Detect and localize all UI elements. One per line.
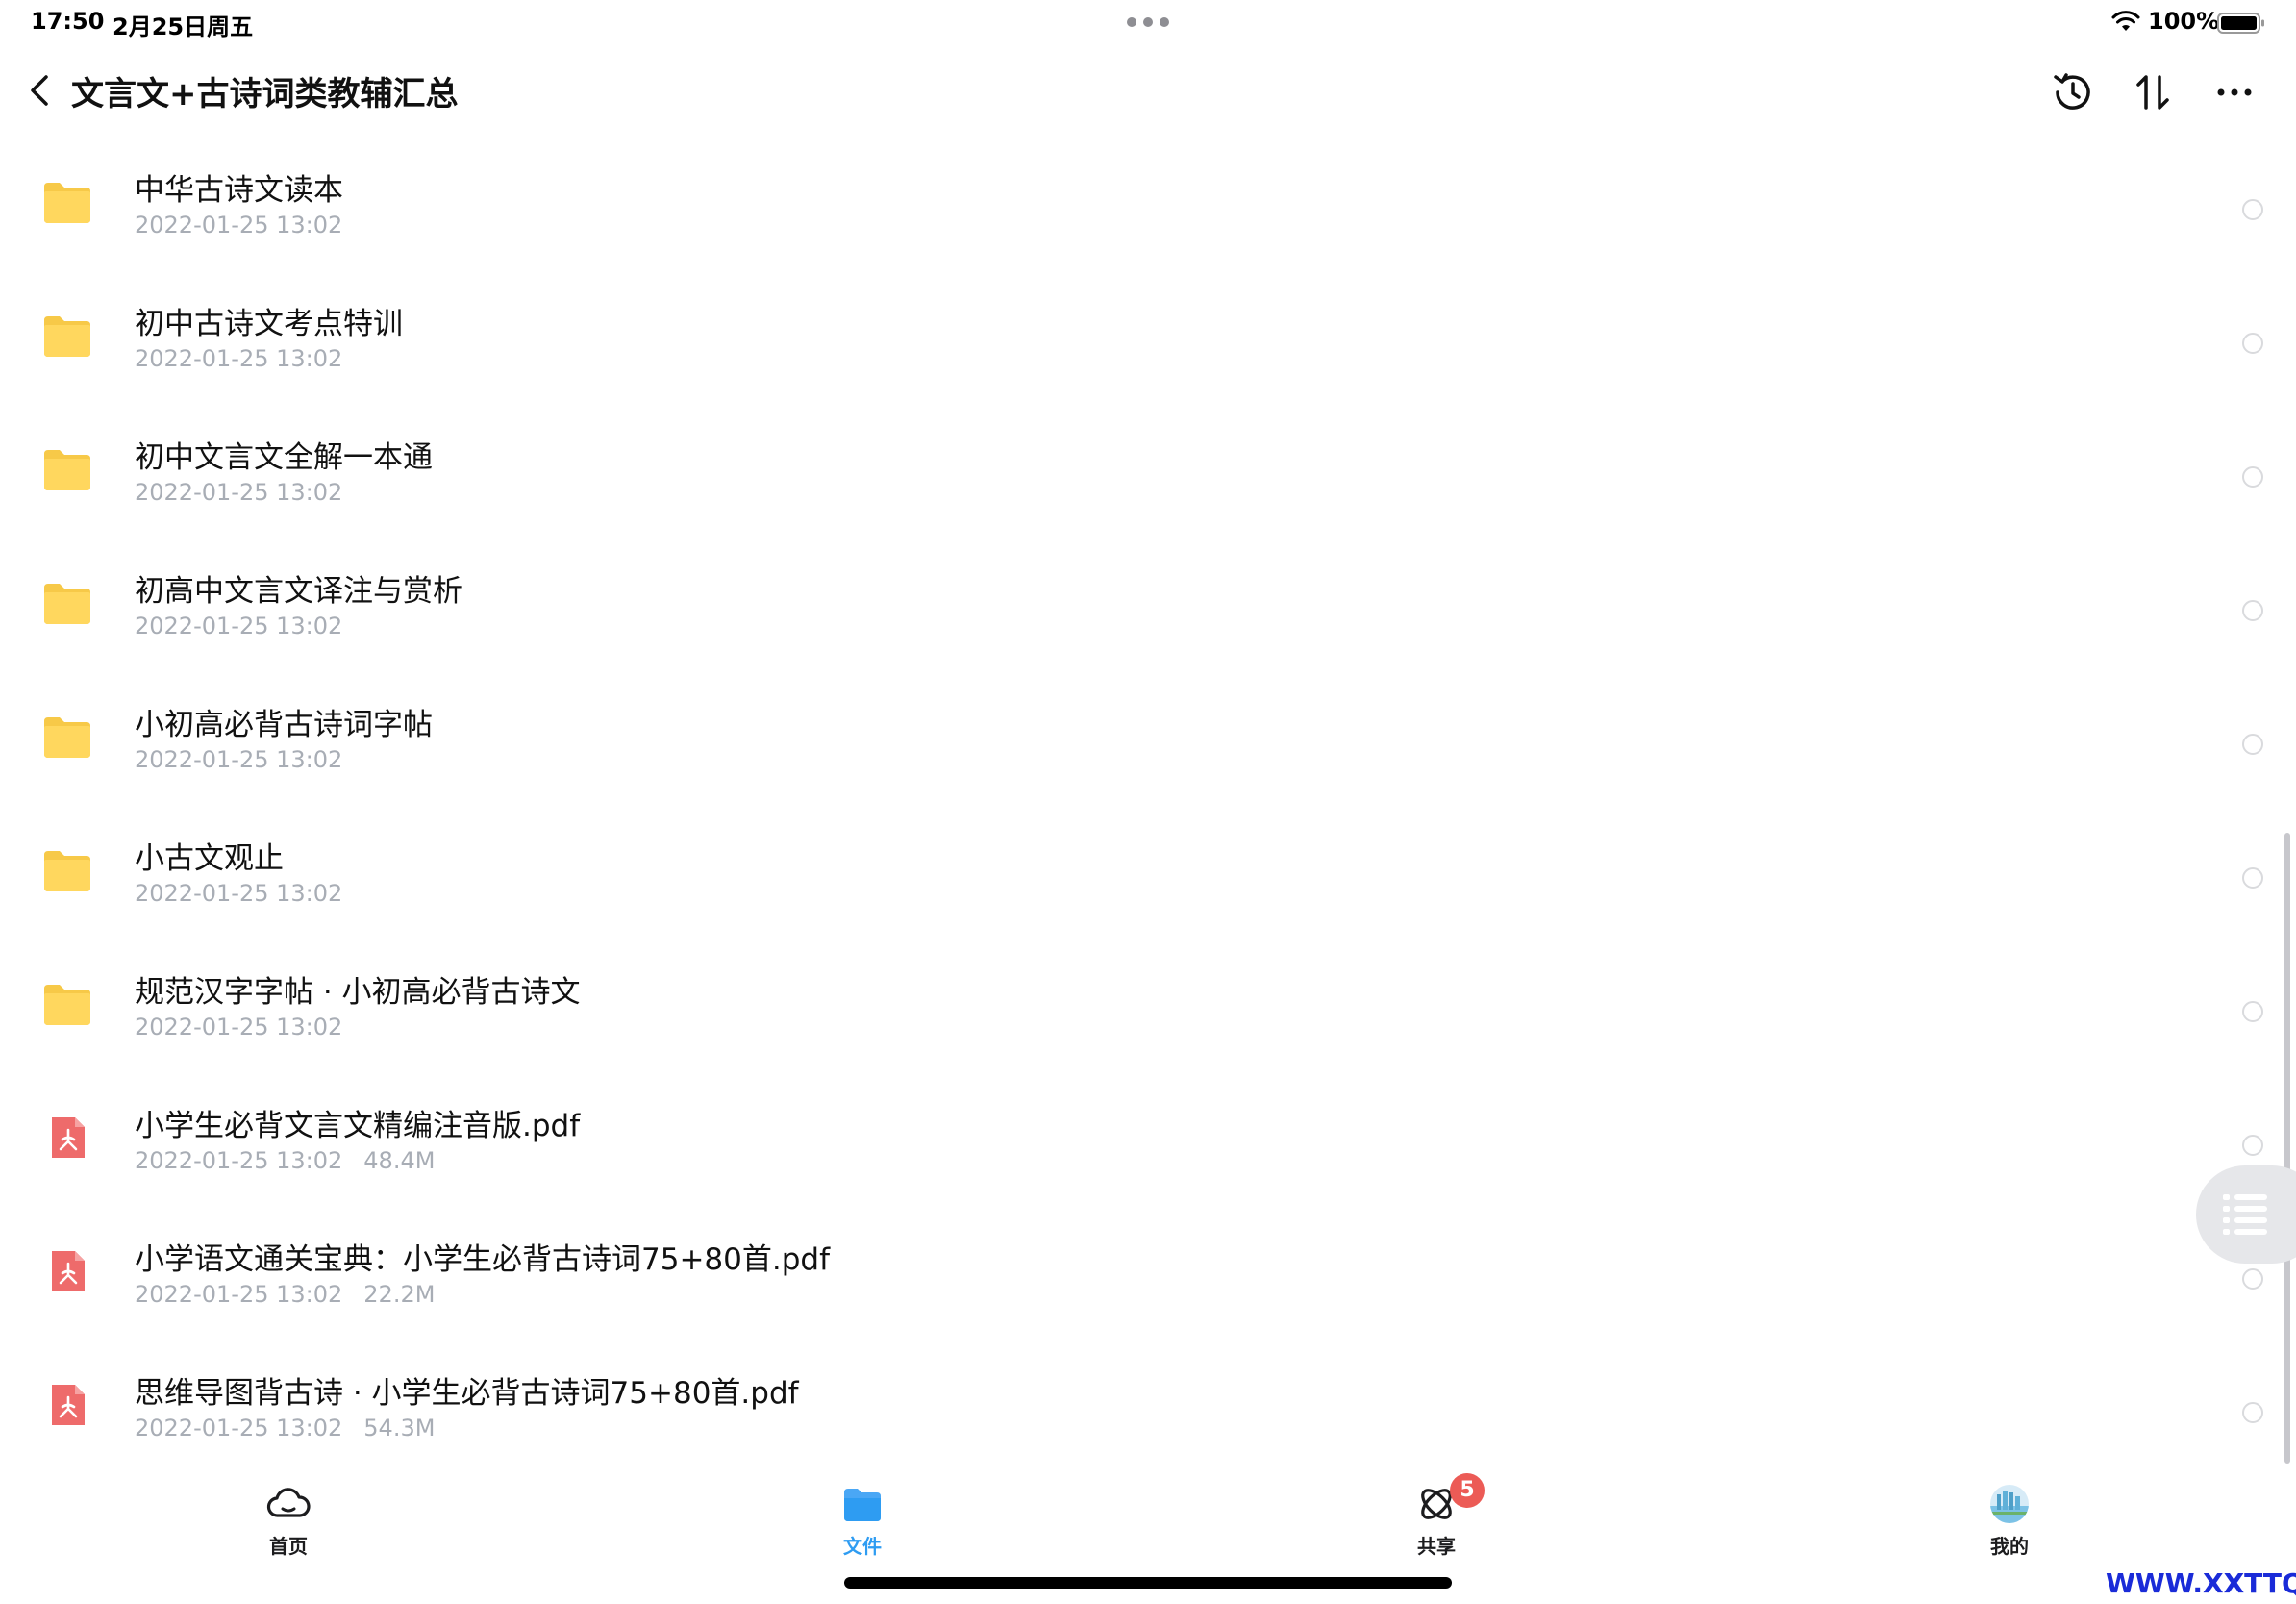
pdf-icon [52,1117,85,1158]
select-radio[interactable] [2242,867,2263,889]
wifi-icon [2111,11,2140,31]
file-date: 2022-01-25 13:02 [135,746,343,773]
status-bar: 17:50 2月25日周五 100% [0,0,2296,46]
file-date: 2022-01-25 13:02 [135,613,343,639]
folder-icon [44,584,90,624]
file-name: 小学语文通关宝典：小学生必背古诗词75+80首.pdf [135,1242,830,1277]
folder-row[interactable]: 初中文言文全解一本通 2022-01-25 13:02 [0,410,2296,543]
multitasking-dots-icon[interactable] [1127,17,1169,29]
battery-icon [2217,13,2264,34]
home-indicator[interactable] [844,1577,1452,1589]
page-title: 文言文+古诗词类教辅汇总 [71,75,459,113]
file-meta: 2022-01-25 13:02 [135,479,342,506]
select-radio[interactable] [2242,734,2263,755]
list-icon [2223,1194,2267,1235]
folder-icon [44,717,90,758]
file-meta: 2022-01-25 13:02 [135,613,342,639]
folder-icon [44,450,90,490]
tab-mine[interactable]: 我的 [1942,1462,2077,1558]
file-meta: 2022-01-25 13:02 54.3M [135,1415,435,1441]
file-name: 初中文言文全解一本通 [135,440,433,475]
folder-row[interactable]: 中华古诗文读本 2022-01-25 13:02 [0,142,2296,276]
folder-row[interactable]: 初中古诗文考点特训 2022-01-25 13:02 [0,276,2296,410]
folder-icon [44,316,90,357]
file-meta: 2022-01-25 13:02 22.2M [135,1281,435,1308]
file-meta: 2022-01-25 13:02 48.4M [135,1147,435,1174]
file-name: 规范汉字字帖 · 小初高必背古诗文 [135,975,581,1010]
tab-home-label: 首页 [269,1535,308,1558]
folder-icon [844,1489,881,1521]
file-date: 2022-01-25 13:02 [135,479,343,506]
battery-percent: 100% [2148,8,2220,35]
file-date: 2022-01-25 13:02 [135,1014,343,1040]
file-row[interactable]: 思维导图背古诗 · 小学生必背古诗词75+80首.pdf 2022-01-25 1… [0,1345,2296,1479]
pdf-icon [52,1385,85,1425]
select-radio[interactable] [2242,600,2263,621]
cloud-icon [266,1488,311,1517]
list-view-button[interactable] [2196,1165,2296,1264]
select-radio[interactable] [2242,199,2263,220]
folder-row[interactable]: 小初高必背古诗词字帖 2022-01-25 13:02 [0,677,2296,811]
file-meta: 2022-01-25 13:02 [135,212,342,238]
file-date: 2022-01-25 13:02 [135,1147,343,1174]
select-radio[interactable] [2242,333,2263,354]
file-name: 小学生必背文言文精编注音版.pdf [135,1109,581,1143]
back-chevron-icon[interactable] [21,69,60,112]
watermark-text: WWW.XXTTQ.COM [2106,1567,2296,1599]
file-size: 22.2M [363,1281,436,1308]
scroll-indicator[interactable] [2284,833,2290,1464]
tab-home[interactable]: 首页 [221,1462,356,1558]
folder-row[interactable]: 小古文观止 2022-01-25 13:02 [0,811,2296,944]
folder-icon [44,985,90,1025]
file-name: 小初高必背古诗词字帖 [135,708,433,742]
select-radio[interactable] [2242,1135,2263,1156]
sort-icon[interactable] [2129,67,2179,117]
file-name: 中华古诗文读本 [135,173,343,208]
file-row[interactable]: 小学生必背文言文精编注音版.pdf 2022-01-25 13:02 48.4M [0,1078,2296,1212]
tab-files-label: 文件 [843,1535,882,1558]
share-badge: 5 [1450,1473,1485,1508]
file-meta: 2022-01-25 13:02 [135,1014,342,1040]
select-radio[interactable] [2242,1402,2263,1423]
file-meta: 2022-01-25 13:02 [135,746,342,773]
file-name: 思维导图背古诗 · 小学生必背古诗词75+80首.pdf [135,1376,799,1411]
status-time: 17:50 [31,8,105,35]
file-meta: 2022-01-25 13:02 [135,345,342,372]
pdf-icon [52,1251,85,1291]
file-date: 2022-01-25 13:02 [135,345,343,372]
tab-files[interactable]: 文件 [795,1462,930,1558]
select-radio[interactable] [2242,1268,2263,1290]
tab-bar: 首页 文件 5 共享 我的 [0,1462,2296,1558]
file-date: 2022-01-25 13:02 [135,1281,343,1308]
file-meta: 2022-01-25 13:02 [135,880,342,907]
file-date: 2022-01-25 13:02 [135,212,343,238]
folder-icon [44,851,90,891]
history-icon[interactable] [2048,67,2098,117]
tab-share-label: 共享 [1417,1535,1456,1558]
file-date: 2022-01-25 13:02 [135,1415,343,1441]
select-radio[interactable] [2242,466,2263,488]
file-row[interactable]: 小学语文通关宝典：小学生必背古诗词75+80首.pdf 2022-01-25 13… [0,1212,2296,1345]
folder-row[interactable]: 初高中文言文译注与赏析 2022-01-25 13:02 [0,543,2296,677]
file-name: 小古文观止 [135,841,284,876]
avatar-icon [1990,1485,2029,1523]
tab-mine-label: 我的 [1990,1535,2029,1558]
folder-icon [44,183,90,223]
status-date: 2月25日周五 [112,13,254,40]
file-name: 初高中文言文译注与赏析 [135,574,462,609]
file-size: 48.4M [363,1147,436,1174]
select-radio[interactable] [2242,1001,2263,1022]
tab-share[interactable]: 5 共享 [1369,1462,1504,1558]
file-name: 初中古诗文考点特训 [135,307,403,341]
nav-bar: 文言文+古诗词类教辅汇总 [0,54,2296,127]
more-icon[interactable] [2209,67,2259,117]
folder-row[interactable]: 规范汉字字帖 · 小初高必背古诗文 2022-01-25 13:02 [0,944,2296,1078]
file-size: 54.3M [363,1415,436,1441]
file-date: 2022-01-25 13:02 [135,880,343,907]
